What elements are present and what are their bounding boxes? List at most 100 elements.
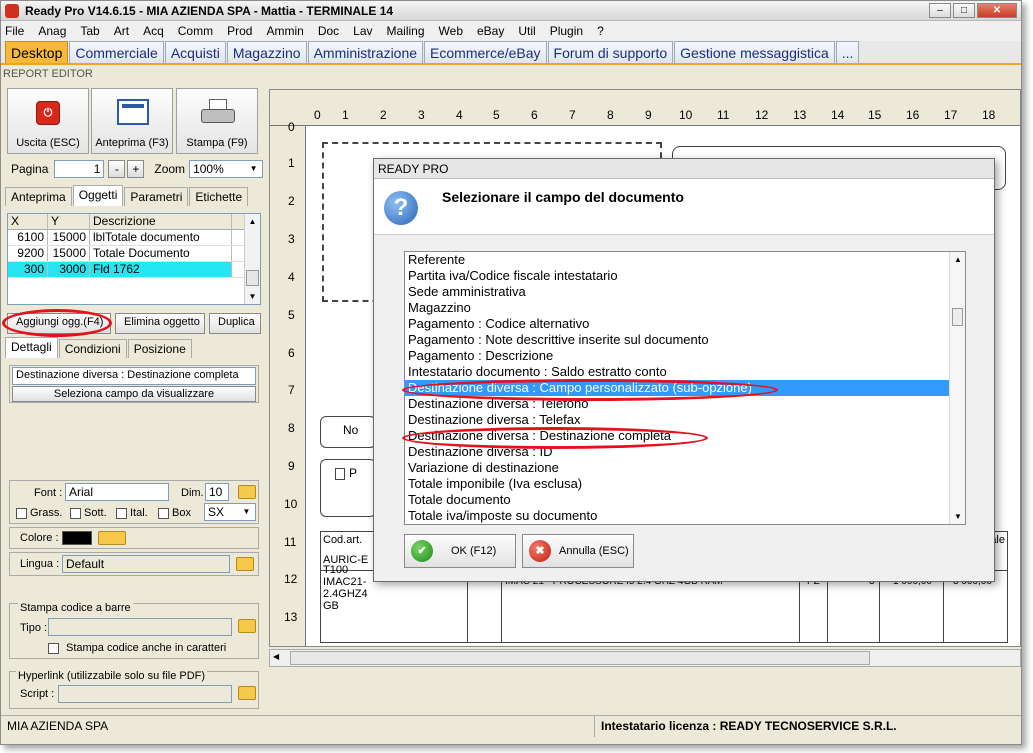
tab-etichette[interactable]: Etichette — [189, 187, 249, 206]
tab-amministrazione[interactable]: Amministrazione — [307, 41, 424, 63]
scroll-up-icon[interactable]: ▲ — [950, 255, 965, 264]
table-row[interactable]: 9200 15000 Totale Documento — [8, 246, 260, 262]
grass-checkbox[interactable] — [16, 507, 27, 519]
report-hscrollbar[interactable]: ◀ — [269, 649, 1021, 667]
align-select[interactable]: SX ▼ — [204, 503, 256, 521]
cell-desc: Fld 1762 — [90, 262, 232, 277]
cancel-button[interactable]: ✖ Annulla (ESC) — [522, 534, 634, 568]
list-item[interactable]: Variazione di destinazione — [405, 460, 965, 476]
menu-bar: File Anag Tab Art Acq Comm Prod Ammin Do… — [1, 21, 1021, 41]
list-item[interactable]: Totale iva/imposte su documento — [405, 508, 965, 524]
script-input[interactable] — [58, 685, 232, 703]
menu-mailing[interactable]: Mailing — [387, 24, 425, 38]
tab-acquisti[interactable]: Acquisti — [164, 41, 226, 63]
tab-oggetti[interactable]: Oggetti — [72, 185, 124, 206]
menu-ebay[interactable]: eBay — [477, 24, 504, 38]
delete-object-button[interactable]: Elimina oggetto — [115, 313, 205, 334]
table-row-selected[interactable]: 300 3000 Fld 1762 — [8, 262, 260, 278]
maximize-button[interactable]: □ — [953, 3, 975, 18]
tab-ecommerce[interactable]: Ecommerce/eBay — [424, 41, 547, 63]
select-field-button[interactable]: Seleziona campo da visualizzare — [12, 386, 256, 402]
duplicate-button[interactable]: Duplica — [209, 313, 261, 334]
barcode-chars-checkbox[interactable] — [48, 642, 59, 654]
tab-forum[interactable]: Forum di supporto — [547, 41, 674, 63]
col-descrizione[interactable]: Descrizione — [90, 214, 232, 229]
tab-desktop[interactable]: Desktop — [5, 41, 69, 63]
list-item[interactable]: Sede amministrativa — [405, 284, 965, 300]
tab-messaggistica[interactable]: Gestione messaggistica — [674, 41, 835, 63]
menu-prod[interactable]: Prod — [227, 24, 252, 38]
menu-util[interactable]: Util — [518, 24, 535, 38]
ital-checkbox[interactable] — [116, 507, 127, 519]
folder-icon[interactable] — [236, 557, 254, 571]
list-item[interactable]: Totale imponibile (Iva esclusa) — [405, 476, 965, 492]
sott-checkbox[interactable] — [70, 507, 81, 519]
report-object-box[interactable]: No — [320, 416, 376, 448]
menu-plugin[interactable]: Plugin — [550, 24, 583, 38]
dim-input[interactable]: 10 — [205, 483, 229, 501]
folder-icon[interactable] — [238, 686, 256, 700]
folder-icon[interactable] — [238, 485, 256, 499]
tab-anteprima[interactable]: Anteprima — [5, 187, 72, 206]
question-icon: ? — [384, 191, 418, 225]
list-item[interactable]: Totale documento — [405, 492, 965, 508]
menu-tab[interactable]: Tab — [80, 24, 99, 38]
font-input[interactable]: Arial — [65, 483, 169, 501]
lingua-input[interactable]: Default — [62, 555, 230, 573]
close-button[interactable]: ✕ — [977, 3, 1017, 18]
menu-help[interactable]: ? — [597, 24, 604, 38]
list-item[interactable]: Referente — [405, 252, 965, 268]
menu-lav[interactable]: Lav — [353, 24, 372, 38]
scroll-down-icon[interactable]: ▼ — [245, 289, 260, 304]
list-item[interactable]: Pagamento : Descrizione — [405, 348, 965, 364]
color-swatch[interactable] — [62, 531, 92, 545]
objects-grid[interactable]: X Y Descrizione 6100 15000 lblTotale doc… — [7, 213, 261, 305]
list-item[interactable]: Partita iva/Codice fiscale intestatario — [405, 268, 965, 284]
tab-parametri[interactable]: Parametri — [124, 187, 189, 206]
col-x[interactable]: X — [8, 214, 48, 229]
menu-acq[interactable]: Acq — [143, 24, 164, 38]
list-item[interactable]: Destinazione diversa : Telefax — [405, 412, 965, 428]
scroll-thumb[interactable] — [246, 270, 259, 286]
folder-icon[interactable] — [98, 531, 126, 545]
tipo-input[interactable] — [48, 618, 232, 636]
report-object-box[interactable]: P — [320, 459, 376, 517]
scroll-thumb[interactable] — [952, 308, 963, 326]
page-minus-button[interactable]: - — [108, 160, 126, 178]
list-item[interactable]: Pagamento : Note descrittive inserite su… — [405, 332, 965, 348]
menu-comm[interactable]: Comm — [178, 24, 213, 38]
menu-ammin[interactable]: Ammin — [266, 24, 303, 38]
table-row[interactable]: 6100 15000 lblTotale documento — [8, 230, 260, 246]
menu-file[interactable]: File — [5, 24, 24, 38]
menu-doc[interactable]: Doc — [318, 24, 339, 38]
exit-button[interactable]: ⏻ Uscita (ESC) — [7, 88, 89, 154]
scroll-up-icon[interactable]: ▲ — [245, 214, 260, 229]
folder-icon[interactable] — [238, 619, 256, 633]
minimize-button[interactable]: – — [929, 3, 951, 18]
scroll-thumb[interactable] — [290, 651, 870, 665]
tab-condizioni[interactable]: Condizioni — [58, 339, 127, 358]
tab-posizione[interactable]: Posizione — [127, 339, 192, 358]
list-item[interactable]: Intestatario documento : Saldo estratto … — [405, 364, 965, 380]
ok-button[interactable]: ✔ OK (F12) — [404, 534, 516, 568]
col-y[interactable]: Y — [48, 214, 90, 229]
tab-dettagli[interactable]: Dettagli — [5, 337, 58, 358]
list-scrollbar[interactable]: ▲ ▼ — [949, 252, 965, 524]
zoom-select[interactable]: 100% ▼ — [189, 160, 264, 178]
page-plus-button[interactable]: + — [127, 160, 145, 178]
grid-scrollbar[interactable]: ▲ ▼ — [244, 214, 260, 304]
scroll-down-icon[interactable]: ▼ — [950, 512, 965, 521]
menu-art[interactable]: Art — [114, 24, 129, 38]
print-button[interactable]: Stampa (F9) — [176, 88, 258, 154]
list-item[interactable]: Pagamento : Codice alternativo — [405, 316, 965, 332]
menu-web[interactable]: Web — [439, 24, 463, 38]
box-checkbox[interactable] — [158, 507, 169, 519]
list-item[interactable]: Magazzino — [405, 300, 965, 316]
scroll-left-icon[interactable]: ◀ — [273, 652, 279, 661]
menu-anag[interactable]: Anag — [38, 24, 66, 38]
tab-magazzino[interactable]: Magazzino — [226, 41, 307, 63]
tab-commerciale[interactable]: Commerciale — [69, 41, 164, 63]
tab-more[interactable]: ... — [835, 41, 860, 63]
preview-button[interactable]: Anteprima (F3) — [91, 88, 173, 154]
pagina-input[interactable]: 1 — [54, 160, 105, 178]
